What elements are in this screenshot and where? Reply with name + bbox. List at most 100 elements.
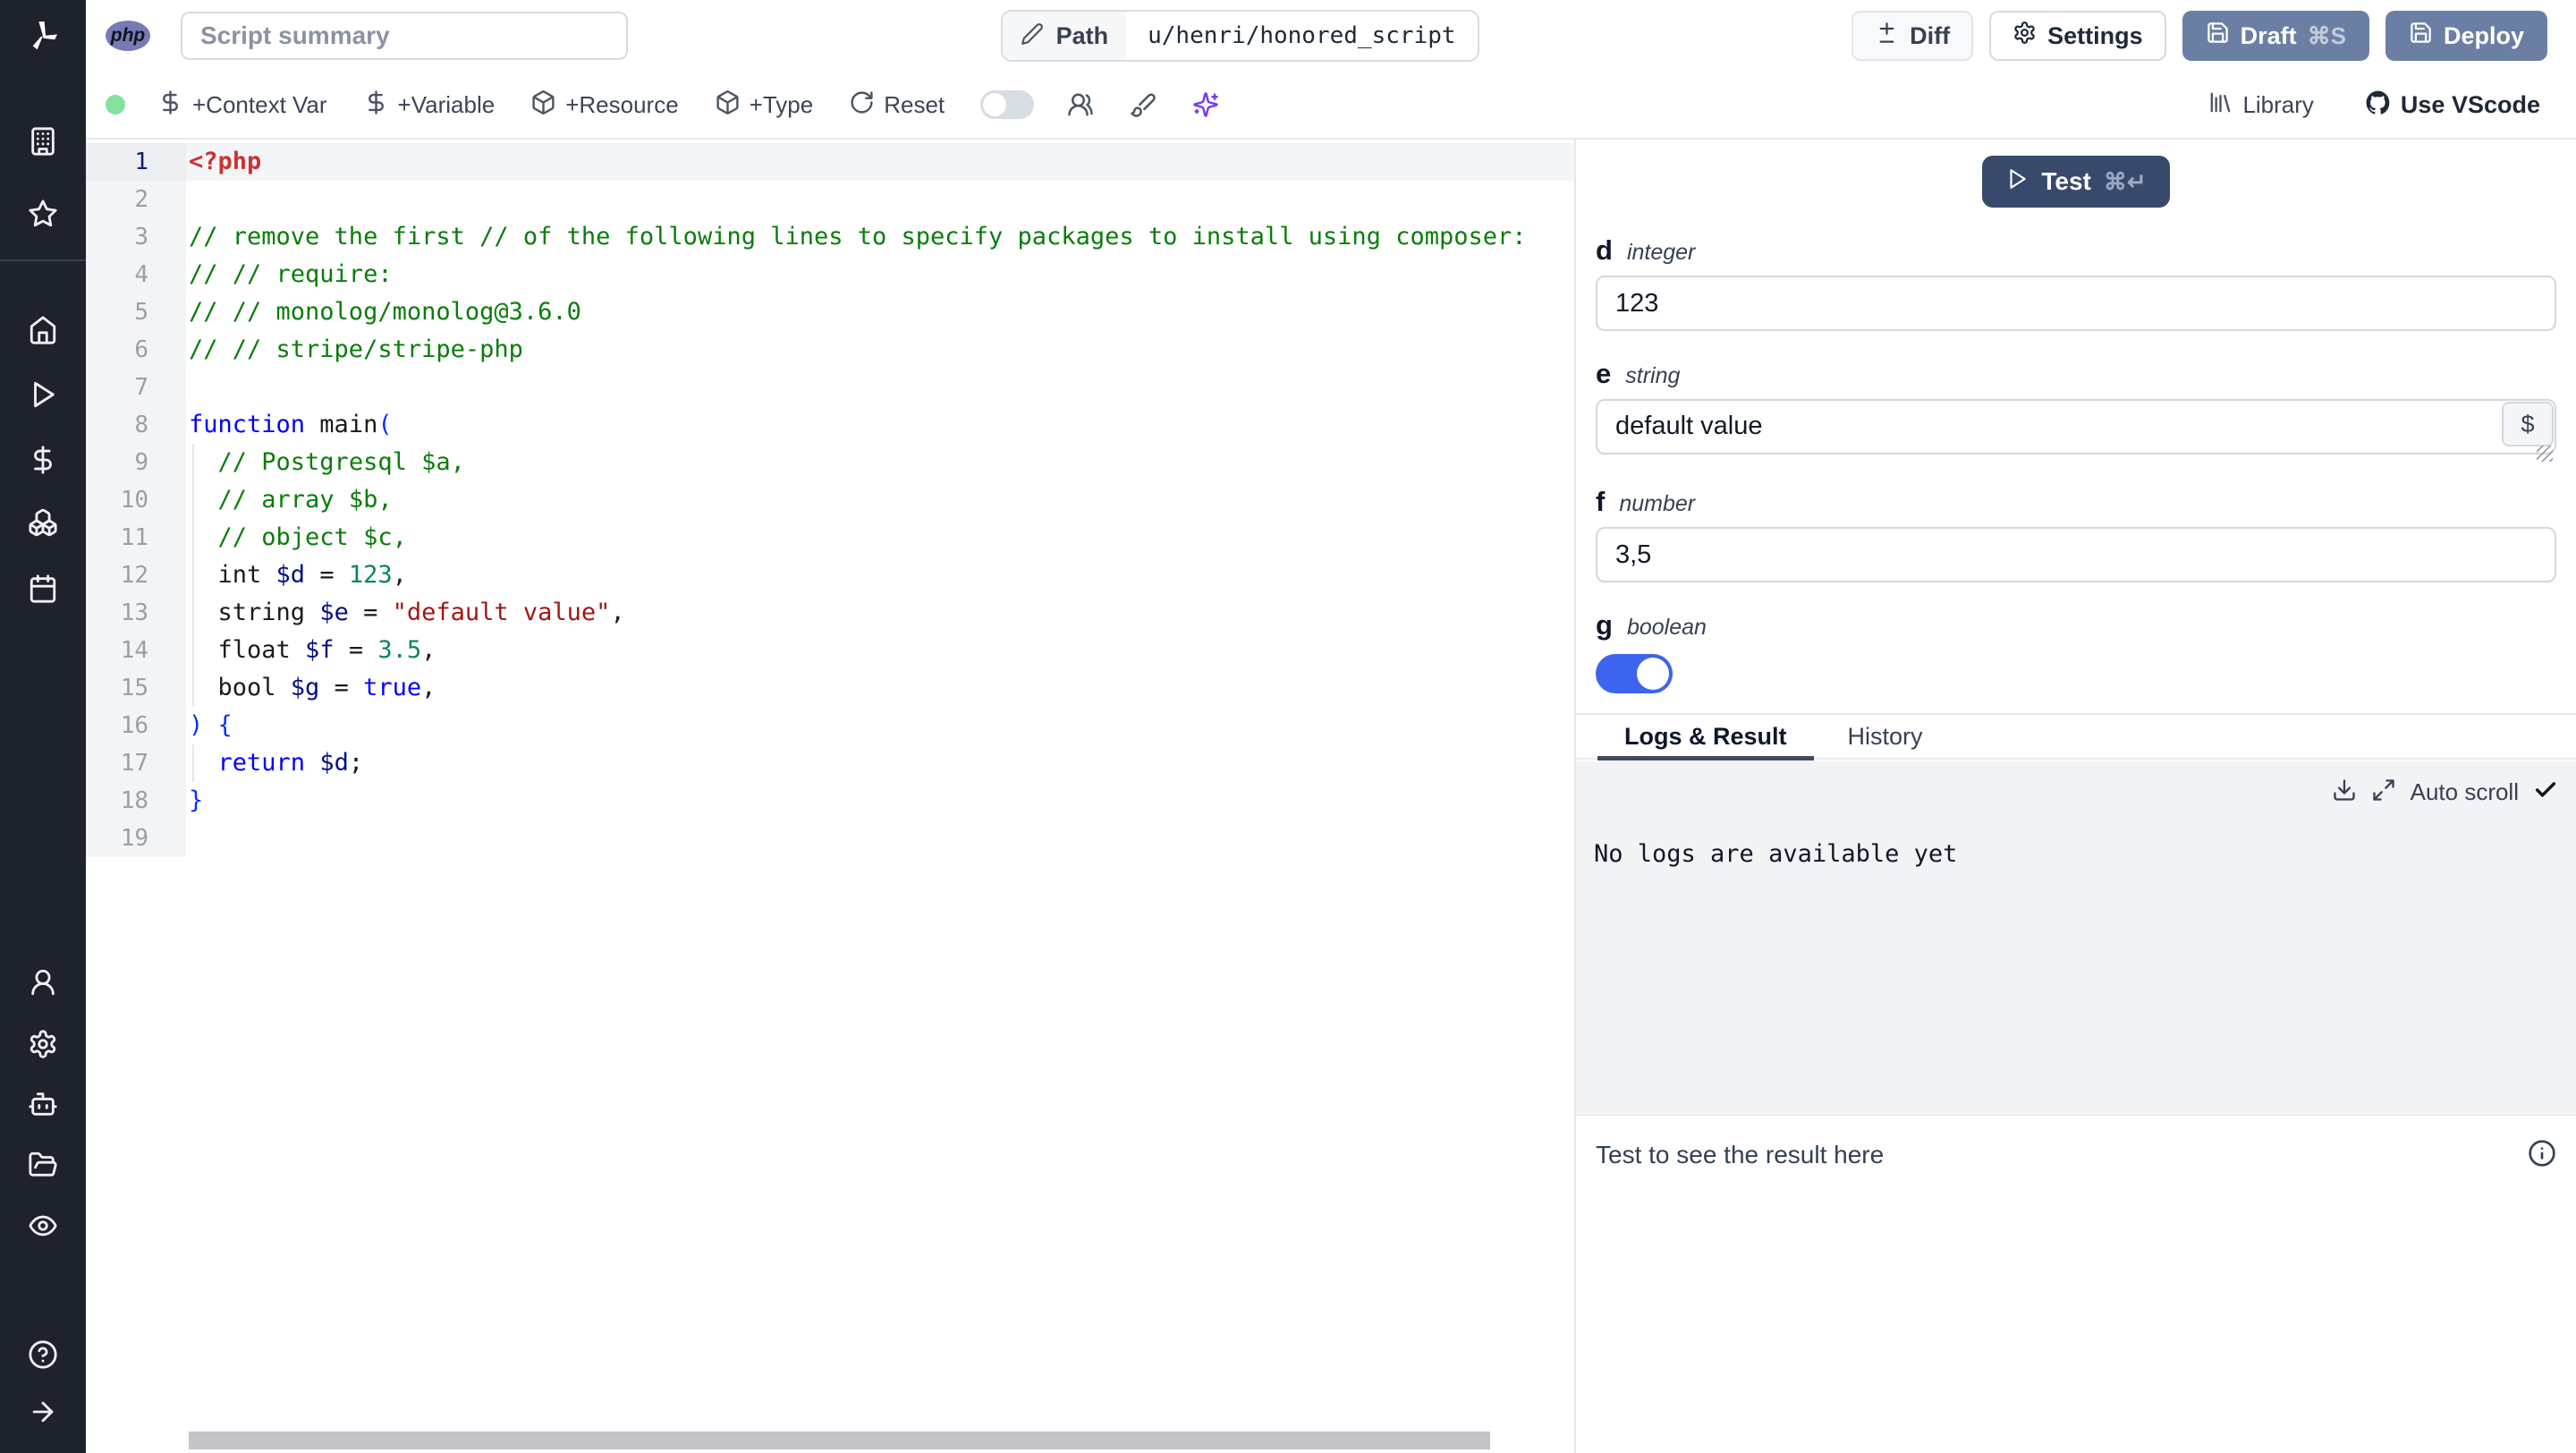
- code-line: 7: [86, 369, 1574, 406]
- result-placeholder: Test to see the result here: [1596, 1141, 1885, 1168]
- field-name: g: [1596, 609, 1613, 641]
- play-icon: [2005, 167, 2029, 197]
- field-input-e[interactable]: default value: [1596, 399, 2556, 455]
- add-resource-button[interactable]: +Resource: [530, 89, 679, 120]
- folders-icon[interactable]: [21, 1143, 64, 1186]
- schedules-calendar-icon[interactable]: [21, 567, 64, 610]
- code-line: 17 return $d;: [86, 744, 1574, 782]
- github-cat-icon: [2364, 89, 2392, 121]
- ai-sparkles-icon[interactable]: [1186, 85, 1225, 124]
- use-vscode-button[interactable]: Use VScode: [2364, 89, 2540, 121]
- download-logs-icon[interactable]: [2332, 777, 2357, 807]
- package-icon: [715, 89, 741, 120]
- sidebar: [0, 0, 86, 1453]
- field-label-e: e string: [1596, 358, 2556, 390]
- test-button[interactable]: Test ⌘↵: [1982, 156, 2170, 208]
- add-type-label: +Type: [749, 90, 814, 118]
- code-editor[interactable]: 1 <?php 2 3// remove the first // of the fo…: [86, 140, 1576, 1453]
- field-input-d[interactable]: [1596, 276, 2556, 331]
- home-icon[interactable]: [21, 309, 64, 352]
- info-icon[interactable]: [2528, 1139, 2556, 1168]
- format-brush-icon[interactable]: [1123, 85, 1163, 124]
- workers-robot-icon[interactable]: [21, 1083, 64, 1126]
- expand-logs-icon[interactable]: [2371, 777, 2396, 807]
- tab-history[interactable]: History: [1821, 714, 1950, 759]
- insert-variable-button[interactable]: $: [2502, 402, 2554, 446]
- line-number: 16: [86, 707, 186, 744]
- field-toggle-g[interactable]: [1596, 654, 1673, 693]
- indent-guide: [192, 444, 194, 707]
- add-context-var-button[interactable]: +Context Var: [157, 89, 327, 120]
- script-summary-input[interactable]: [181, 12, 628, 60]
- field-name: e: [1596, 358, 1612, 389]
- horizontal-scrollbar[interactable]: [189, 1432, 1490, 1449]
- test-shortcut: ⌘↵: [2103, 167, 2147, 195]
- draft-button[interactable]: Draft ⌘S: [2182, 11, 2369, 61]
- field-type: boolean: [1626, 615, 1707, 640]
- field-label-g: g boolean: [1596, 609, 2556, 642]
- draft-button-label: Draft: [2240, 21, 2297, 49]
- field-input-f[interactable]: [1596, 527, 2556, 582]
- code-line: 16) {: [86, 707, 1574, 744]
- field-type: string: [1625, 363, 1681, 388]
- runs-play-icon[interactable]: [21, 373, 64, 416]
- auto-scroll-label: Auto scroll: [2410, 778, 2519, 805]
- resize-grip[interactable]: [2537, 446, 2553, 462]
- path-label: Path: [1055, 21, 1109, 49]
- field-label-f: f number: [1596, 486, 2556, 518]
- code-line: 3// remove the first // of the following…: [86, 218, 1574, 256]
- user-icon[interactable]: [21, 961, 64, 1004]
- diff-button[interactable]: Diff: [1852, 11, 1974, 61]
- no-logs-message: No logs are available yet: [1594, 840, 1958, 868]
- line-number: 3: [86, 218, 186, 256]
- line-number: 6: [86, 331, 186, 369]
- draft-shortcut: ⌘S: [2307, 21, 2346, 49]
- windmill-logo-icon[interactable]: [21, 14, 64, 57]
- reset-button[interactable]: Reset: [849, 89, 945, 120]
- line-number: 11: [86, 519, 186, 557]
- deploy-button[interactable]: Deploy: [2385, 11, 2547, 61]
- add-resource-label: +Resource: [565, 90, 679, 118]
- help-icon[interactable]: [21, 1333, 64, 1376]
- code-lines: 1 <?php 2 3// remove the first // of the fo…: [86, 143, 1574, 857]
- field-type: number: [1619, 491, 1696, 516]
- workspace-building-icon[interactable]: [21, 120, 64, 163]
- add-variable-button[interactable]: +Variable: [363, 89, 496, 120]
- code-line: 5// // monolog/monolog@3.6.0: [86, 293, 1574, 331]
- line-number: 12: [86, 557, 186, 594]
- code-line: 15 bool $g = true,: [86, 669, 1574, 707]
- test-args-form: Test ⌘↵ d integer e string default value…: [1576, 140, 2576, 713]
- audit-eye-icon[interactable]: [21, 1204, 64, 1247]
- assistant-toggle[interactable]: [980, 90, 1035, 119]
- users-icon[interactable]: [1061, 85, 1100, 124]
- field-label-d: d integer: [1596, 234, 2556, 267]
- code-line: 19: [86, 820, 1574, 857]
- favorites-star-icon[interactable]: [21, 192, 64, 235]
- diff-icon: [1875, 21, 1899, 51]
- code-line: 13 string $e = "default value",: [86, 594, 1574, 632]
- code-line: 1 <?php: [86, 143, 1574, 181]
- library-button[interactable]: Library: [2207, 89, 2314, 120]
- settings-gear-icon[interactable]: [21, 1023, 64, 1066]
- settings-button[interactable]: Settings: [1989, 11, 2166, 61]
- settings-button-label: Settings: [2047, 21, 2143, 49]
- indent-guide: [192, 744, 194, 782]
- auto-scroll-check-icon[interactable]: [2533, 777, 2558, 807]
- line-number: 9: [86, 444, 186, 481]
- variables-dollar-icon[interactable]: [21, 438, 64, 481]
- library-icon: [2207, 89, 2233, 120]
- line-number: 19: [86, 820, 186, 857]
- expand-sidebar-arrow-icon[interactable]: [21, 1390, 64, 1433]
- resources-boxes-icon[interactable]: [21, 501, 64, 544]
- save-icon: [2206, 21, 2230, 51]
- dollar-icon: [363, 89, 389, 120]
- line-number: 15: [86, 669, 186, 707]
- tab-logs-result[interactable]: Logs & Result: [1597, 714, 1814, 760]
- logs-section: Logs & Result History Auto scroll No log…: [1576, 713, 2576, 1453]
- add-type-button[interactable]: +Type: [715, 89, 814, 120]
- code-line: 4// // require:: [86, 256, 1574, 293]
- line-number: 14: [86, 632, 186, 669]
- line-number: 17: [86, 744, 186, 782]
- script-path-widget[interactable]: Path u/henri/honored_script: [1000, 10, 1479, 62]
- add-variable-label: +Variable: [397, 90, 496, 118]
